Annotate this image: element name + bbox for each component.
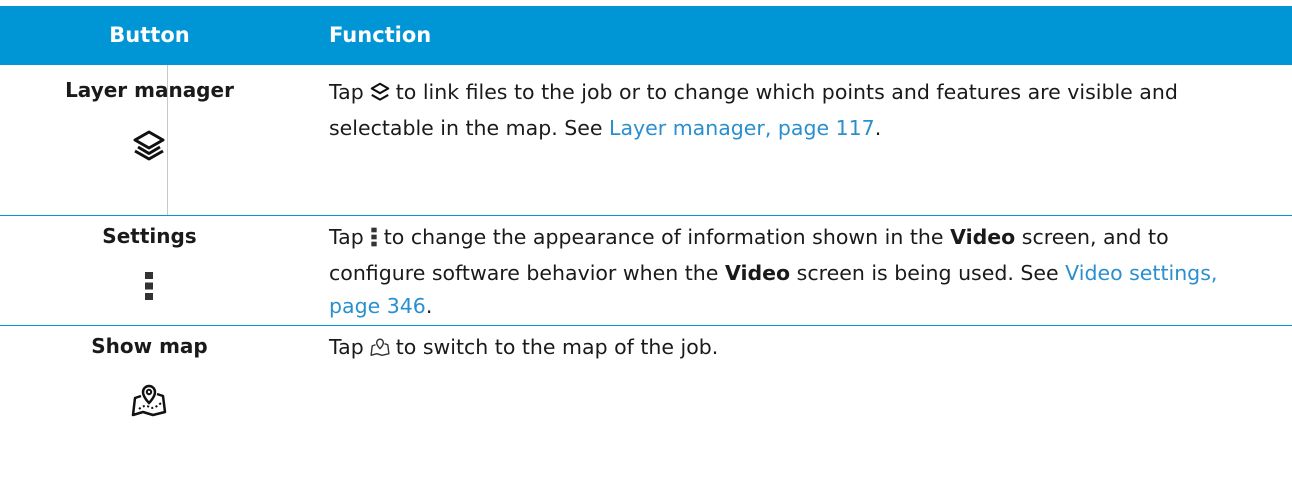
map-pin-icon: [370, 334, 390, 367]
button-name-show-map: Show map: [91, 334, 208, 358]
button-name-settings: Settings: [102, 224, 197, 248]
layers-icon: [370, 79, 390, 112]
settings-description: Tap to change the appearance of informati…: [329, 224, 1218, 318]
column-divider: [167, 65, 168, 215]
table-row: Show map Tap to switch to the map of the …: [0, 326, 1292, 498]
table-row: Layer manager Tap to link files to the jo…: [0, 65, 1292, 216]
button-name-layer-manager: Layer manager: [65, 78, 234, 102]
map-pin-icon: [131, 382, 167, 422]
table-header: Button Function: [0, 6, 1292, 65]
header-button: Button: [109, 23, 190, 47]
layer-manager-description: Tap to link files to the job or to change…: [329, 79, 1178, 140]
more-vertical-icon: [144, 271, 154, 305]
layer-manager-link[interactable]: Layer manager, page 117: [609, 116, 875, 140]
more-vertical-icon: [370, 224, 378, 257]
button-function-table: Button Function Layer manager Tap to link…: [0, 6, 1292, 498]
table-row: Settings Tap to change the appearance of …: [0, 216, 1292, 326]
header-function: Function: [329, 23, 432, 47]
show-map-description: Tap to switch to the map of the job.: [329, 331, 1264, 367]
layers-icon: [132, 129, 166, 167]
